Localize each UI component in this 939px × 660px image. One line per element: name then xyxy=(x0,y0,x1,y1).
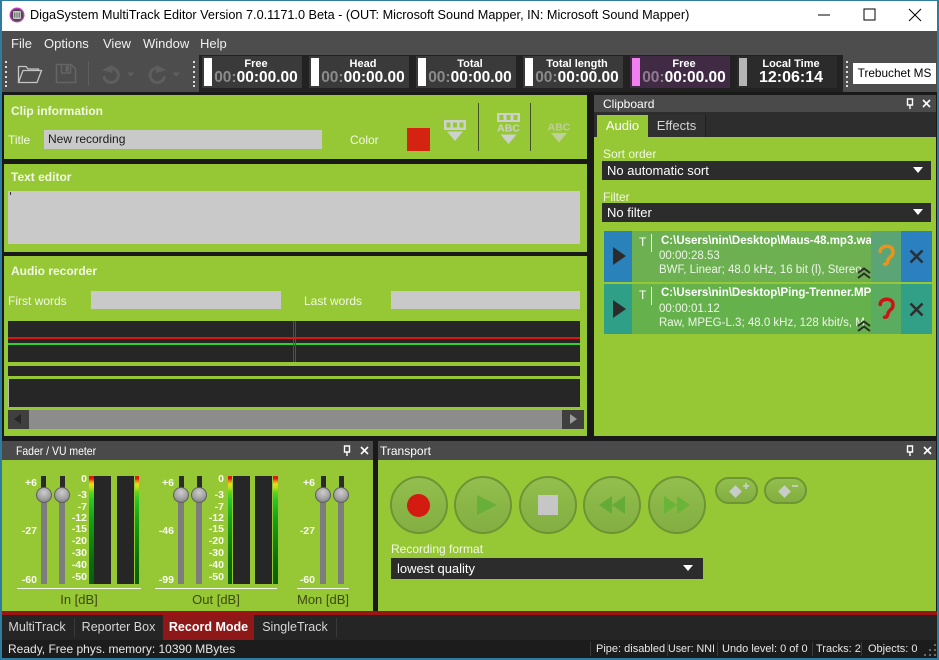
svg-text:ABC: ABC xyxy=(548,122,571,134)
svg-text:ABC: ABC xyxy=(497,123,520,135)
